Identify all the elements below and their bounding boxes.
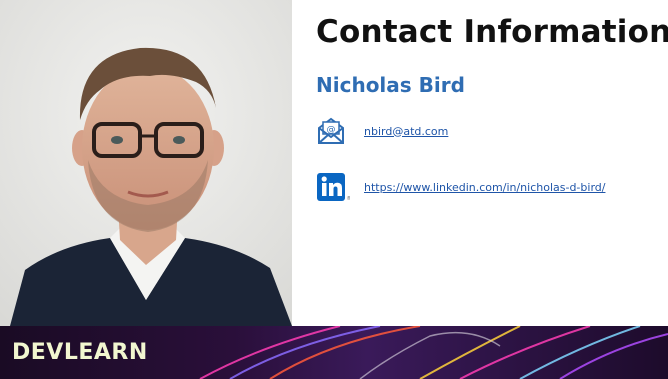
svg-text:®: ® xyxy=(347,195,351,202)
linkedin-row: ® https://www.linkedin.com/in/nicholas-d… xyxy=(316,172,605,202)
email-link[interactable]: nbird@atd.com xyxy=(364,125,448,138)
footer-banner: DEVLEARN xyxy=(0,326,668,379)
speaker-portrait xyxy=(0,0,292,326)
email-row: @ nbird@atd.com xyxy=(316,116,448,146)
page-title: Contact Information xyxy=(316,14,668,50)
linkedin-link[interactable]: https://www.linkedin.com/in/nicholas-d-b… xyxy=(364,181,605,194)
devlearn-logo: DEVLEARN xyxy=(12,340,148,365)
slide: Contact Information Nicholas Bird @ nbir… xyxy=(0,0,668,379)
linkedin-icon: ® xyxy=(316,172,350,202)
email-envelope-icon: @ xyxy=(316,116,350,146)
contact-name: Nicholas Bird xyxy=(316,73,465,97)
